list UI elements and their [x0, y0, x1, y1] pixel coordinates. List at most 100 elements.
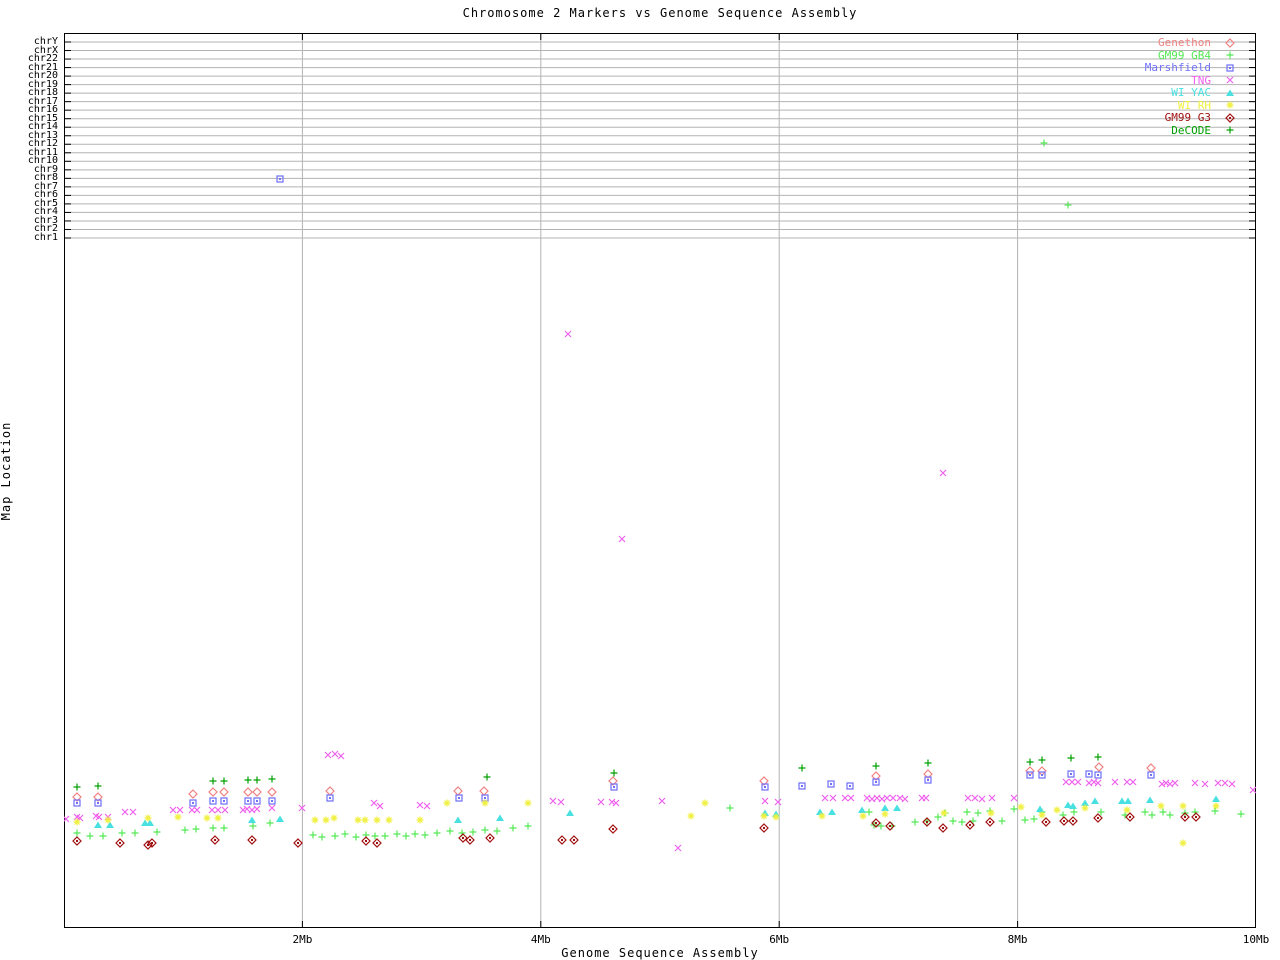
data-point-marker: [203, 814, 211, 822]
data-point-marker: [924, 759, 932, 767]
data-point-marker: [402, 832, 410, 840]
data-point-marker: [1212, 795, 1220, 802]
data-point-marker: [341, 830, 349, 838]
data-point-marker: [674, 844, 682, 852]
data-point-marker: [687, 812, 695, 820]
data-point-marker: [1038, 811, 1046, 819]
data-point-marker: [549, 797, 557, 805]
data-point-marker: [509, 824, 517, 832]
data-point-marker: [1237, 810, 1245, 818]
data-point-marker: [610, 769, 618, 777]
legend-label: WI RH: [1177, 98, 1211, 112]
x-tick-label: 10Mb: [1242, 933, 1270, 946]
data-point-marker: [220, 777, 228, 785]
series-marshfield: [73, 175, 1155, 807]
data-point-marker: [608, 824, 618, 834]
data-point-marker: [978, 795, 986, 803]
data-point-marker: [569, 835, 579, 845]
data-point-marker: [458, 833, 468, 843]
x-tick-label: 4Mb: [530, 933, 551, 946]
data-point-marker: [1091, 797, 1099, 804]
data-point-marker: [192, 825, 200, 833]
data-point-marker: [276, 175, 284, 183]
data-point-marker: [726, 804, 734, 812]
y-axis-label: Map Location: [0, 421, 13, 521]
data-point-marker: [1053, 806, 1061, 814]
data-point-marker: [252, 787, 262, 797]
data-point-marker: [1123, 778, 1131, 786]
data-point-marker: [73, 818, 81, 826]
data-point-marker: [493, 827, 501, 835]
data-point-marker: [566, 809, 574, 816]
series-decode: [73, 753, 1102, 791]
data-point-marker: [1129, 778, 1137, 786]
data-point-marker: [881, 804, 889, 811]
data-point-marker: [393, 830, 401, 838]
data-point-marker: [372, 838, 382, 848]
data-point-marker: [324, 751, 332, 759]
data-point-marker: [1146, 763, 1156, 773]
data-point-marker: [1085, 770, 1093, 778]
data-point-marker: [1214, 779, 1222, 787]
data-point-marker: [829, 794, 837, 802]
data-point-marker: [1159, 808, 1167, 816]
data-point-marker: [1111, 778, 1119, 786]
data-point-marker: [94, 821, 102, 828]
data-point-marker: [1041, 817, 1051, 827]
data-point-marker: [118, 829, 126, 837]
data-point-marker: [354, 816, 362, 824]
data-point-marker: [1010, 794, 1018, 802]
series-wi-yac: [94, 795, 1220, 828]
data-point-marker: [774, 798, 782, 806]
data-point-marker: [1147, 771, 1155, 779]
legend-label: TNG: [1191, 73, 1211, 87]
data-point-marker: [760, 812, 768, 820]
data-point-marker: [153, 828, 161, 836]
data-point-marker: [416, 801, 424, 809]
data-point-marker: [1226, 126, 1234, 134]
data-point-marker: [210, 835, 220, 845]
data-point-marker: [939, 469, 947, 477]
data-point-marker: [1123, 806, 1131, 814]
data-point-marker: [421, 831, 429, 839]
data-point-marker: [1226, 101, 1234, 109]
data-point-marker: [485, 833, 495, 843]
data-point-marker: [371, 832, 379, 840]
data-point-marker: [1062, 778, 1070, 786]
data-point-marker: [658, 797, 666, 805]
data-point-marker: [209, 797, 217, 805]
data-point-marker: [416, 816, 424, 824]
data-point-marker: [1021, 816, 1029, 824]
legend-label: GM99 GB4: [1158, 48, 1211, 62]
legend-label: Genethon: [1158, 36, 1211, 49]
data-point-marker: [208, 787, 218, 797]
data-point-marker: [1141, 808, 1149, 816]
data-point-marker: [828, 808, 836, 815]
data-point-marker: [144, 814, 152, 822]
data-point-marker: [889, 794, 897, 802]
data-point-marker: [761, 783, 769, 791]
y-tick-label: chr1: [33, 231, 58, 243]
data-point-marker: [759, 823, 769, 833]
data-point-marker: [847, 794, 855, 802]
data-point-marker: [958, 818, 966, 826]
data-point-marker: [901, 795, 909, 803]
data-point-marker: [268, 775, 276, 783]
data-point-marker: [1017, 803, 1025, 811]
data-point-marker: [253, 776, 261, 784]
data-point-marker: [214, 814, 222, 822]
data-point-marker: [189, 799, 197, 807]
data-point-marker: [1094, 762, 1104, 772]
data-point-marker: [974, 809, 982, 817]
data-point-marker: [361, 816, 369, 824]
data-point-marker: [1074, 778, 1082, 786]
data-point-marker: [193, 806, 201, 814]
data-point-marker: [798, 782, 806, 790]
data-point-marker: [208, 806, 216, 814]
series-tng: [64, 330, 1256, 852]
data-point-marker: [1125, 812, 1135, 822]
data-point-marker: [610, 783, 618, 791]
plot-canvas: [64, 33, 1256, 928]
data-point-marker: [169, 806, 177, 814]
data-point-marker: [131, 829, 139, 837]
